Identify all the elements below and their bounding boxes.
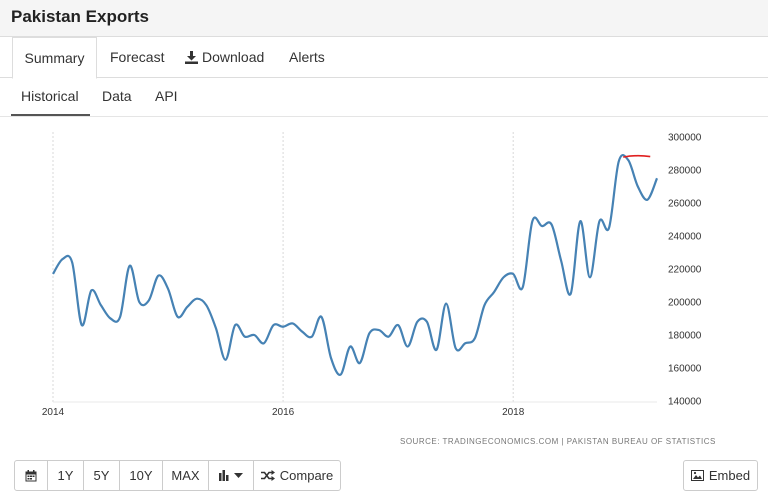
range-10y-button[interactable]: 10Y (120, 461, 163, 490)
x-tick-label: 2014 (42, 407, 65, 418)
y-tick-label: 280000 (668, 166, 702, 177)
main-tabs: Summary Forecast Download Alerts (0, 37, 768, 79)
peak-highlight-mark (623, 154, 651, 158)
x-tick-label: 2018 (502, 407, 525, 418)
range-1y-button[interactable]: 1Y (48, 461, 84, 490)
subtab-historical[interactable]: Historical (21, 88, 79, 104)
y-tick-label: 260000 (668, 199, 702, 210)
compare-button[interactable]: Compare (254, 461, 340, 490)
range-toolbar: 1Y 5Y 10Y MAX Compare (14, 460, 341, 491)
embed-button[interactable]: Embed (683, 460, 758, 491)
y-tick-label: 300000 (668, 133, 702, 144)
bar-chart-icon (219, 470, 229, 481)
chart-grid (52, 132, 514, 402)
embed-label: Embed (708, 468, 751, 483)
tab-forecast[interactable]: Forecast (110, 37, 164, 78)
tab-summary[interactable]: Summary (12, 37, 97, 79)
chevron-down-icon (234, 472, 243, 478)
y-tick-label: 220000 (668, 265, 702, 276)
shuffle-icon (260, 470, 275, 481)
y-tick-label: 240000 (668, 232, 702, 243)
y-tick-label: 160000 (668, 364, 702, 375)
range-max-button[interactable]: MAX (163, 461, 209, 490)
compare-label: Compare (279, 468, 334, 483)
exports-chart: 2014 2016 2018 140000 160000 180000 200000 220… (42, 132, 702, 418)
y-tick-label: 180000 (668, 331, 702, 342)
x-tick-label: 2016 (272, 407, 295, 418)
y-tick-label: 200000 (668, 298, 702, 309)
series-points (52, 159, 659, 377)
download-icon (185, 51, 198, 64)
subtab-api[interactable]: API (155, 88, 178, 104)
chart-type-button[interactable] (209, 461, 254, 490)
tab-download-label: Download (202, 49, 265, 65)
source-text: SOURCE: TRADINGECONOMICS.COM | PAKISTAN … (400, 437, 716, 446)
y-axis: 140000 160000 180000 200000 220000 240000 2600… (668, 133, 702, 408)
sub-tabs: Historical Data API (0, 78, 768, 117)
x-axis: 2014 2016 2018 (42, 401, 657, 418)
tab-download[interactable]: Download (185, 37, 264, 78)
calendar-button[interactable] (15, 461, 48, 490)
page-title: Pakistan Exports (11, 7, 149, 26)
active-subtab-indicator (11, 114, 90, 116)
calendar-icon (25, 469, 37, 481)
range-5y-button[interactable]: 5Y (84, 461, 120, 490)
tab-alerts[interactable]: Alerts (289, 37, 325, 78)
title-bar: Pakistan Exports (0, 0, 768, 37)
y-tick-label: 140000 (668, 397, 702, 408)
image-icon (690, 470, 704, 481)
subtab-data[interactable]: Data (102, 88, 132, 104)
series-line (52, 154, 659, 376)
